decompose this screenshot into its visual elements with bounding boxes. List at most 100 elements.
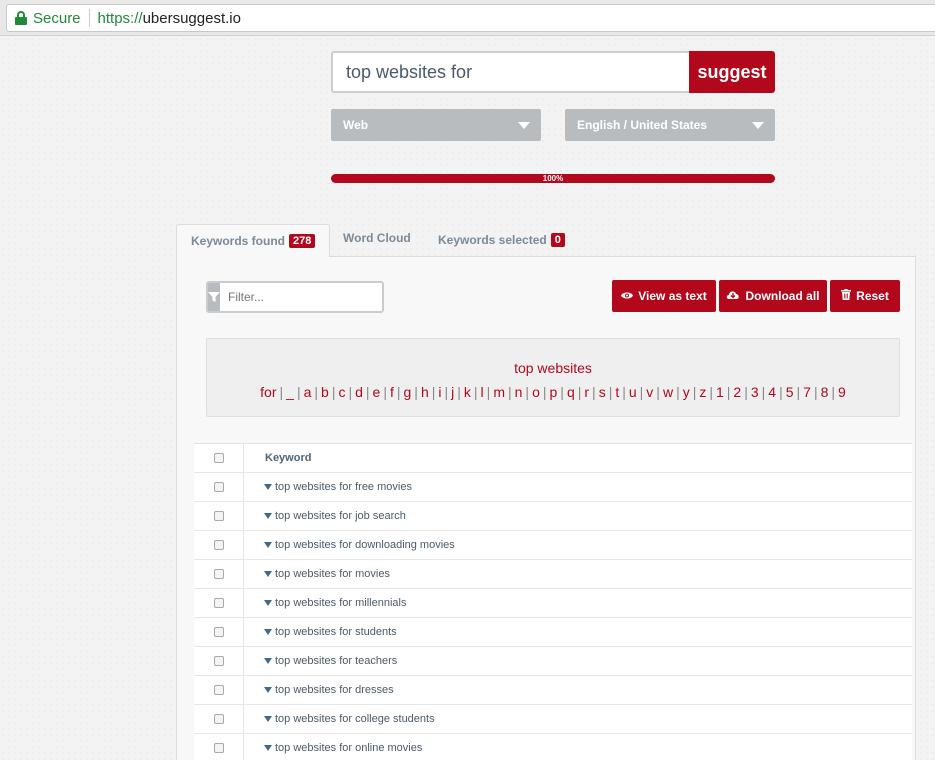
caret-down-icon[interactable] — [264, 658, 272, 664]
keyword-text: top websites for millennials — [275, 597, 407, 609]
caret-down-icon[interactable] — [264, 542, 272, 548]
caret-down-icon[interactable] — [264, 571, 272, 577]
row-checkbox[interactable] — [213, 656, 224, 666]
separator: | — [796, 384, 801, 400]
separator: | — [486, 384, 491, 400]
alphabet-link[interactable]: b — [321, 384, 329, 400]
chevron-down-icon — [518, 122, 530, 129]
row-checkbox-cell — [194, 704, 244, 734]
caret-down-icon[interactable] — [264, 745, 272, 751]
alphabet-link[interactable]: 5 — [786, 384, 794, 400]
alphabet-link[interactable]: 8 — [821, 384, 829, 400]
row-checkbox[interactable] — [213, 569, 224, 579]
alphabet-link[interactable]: v — [646, 384, 653, 400]
separator: | — [542, 384, 547, 400]
lock-icon — [15, 11, 27, 25]
alphabet-link[interactable]: f — [390, 384, 394, 400]
alphabet-link[interactable]: u — [629, 384, 637, 400]
tab-word-cloud[interactable]: Word Cloud — [329, 222, 425, 254]
keyword-cell[interactable]: top websites for online movies — [244, 742, 422, 754]
caret-down-icon[interactable] — [264, 687, 272, 693]
alphabet-link[interactable]: z — [699, 384, 706, 400]
select-all-cell — [194, 443, 244, 473]
caret-down-icon[interactable] — [264, 513, 272, 519]
alphabet-link[interactable]: l — [481, 384, 484, 400]
keyword-cell[interactable]: top websites for millennials — [244, 597, 406, 609]
keyword-cell[interactable]: top websites for dresses — [244, 684, 394, 696]
separator: | — [813, 384, 818, 400]
keyword-cell[interactable]: top websites for job search — [244, 510, 406, 522]
language-select[interactable]: English / United States — [565, 109, 775, 141]
separator: | — [431, 384, 436, 400]
row-checkbox[interactable] — [213, 743, 224, 753]
alphabet-link[interactable]: p — [550, 384, 558, 400]
separator: | — [831, 384, 836, 400]
row-checkbox[interactable] — [213, 540, 224, 550]
alphabet-link[interactable]: e — [373, 384, 381, 400]
alphabet-link[interactable]: t — [615, 384, 619, 400]
keyword-cell[interactable]: top websites for college students — [244, 713, 435, 725]
alphabet-link[interactable]: i — [438, 384, 441, 400]
reset-button[interactable]: Reset — [830, 280, 900, 312]
caret-down-icon[interactable] — [264, 484, 272, 490]
trash-icon — [841, 289, 852, 303]
caret-down-icon[interactable] — [264, 716, 272, 722]
caret-down-icon[interactable] — [264, 600, 272, 606]
keyword-cell[interactable]: top websites for teachers — [244, 655, 397, 667]
alphabet-link[interactable]: a — [304, 384, 312, 400]
search-input[interactable] — [331, 51, 689, 93]
caret-down-icon[interactable] — [264, 629, 272, 635]
url-field[interactable]: Secure https:// ubersuggest.io — [6, 4, 935, 32]
separator: | — [331, 384, 336, 400]
alphabet-link[interactable]: 4 — [768, 384, 776, 400]
separator: | — [656, 384, 660, 400]
keyword-cell[interactable]: top websites for free movies — [244, 481, 412, 493]
alphabet-link[interactable]: _ — [286, 384, 294, 400]
separator: | — [365, 384, 370, 400]
alphabet-link[interactable]: y — [683, 384, 690, 400]
select-all-checkbox[interactable] — [213, 453, 224, 463]
row-checkbox[interactable] — [213, 511, 224, 521]
separator: | — [779, 384, 783, 400]
alphabet-link[interactable]: g — [404, 384, 412, 400]
download-all-label: Download all — [745, 289, 820, 303]
alphabet-link[interactable]: 9 — [838, 384, 846, 400]
row-checkbox[interactable] — [213, 598, 224, 608]
alphabet-link[interactable]: 3 — [751, 384, 759, 400]
alphabet-link[interactable]: n — [515, 384, 523, 400]
alphabet-link[interactable]: w — [663, 384, 673, 400]
keyword-text: top websites for downloading movies — [275, 539, 455, 551]
search-bar: suggest — [331, 51, 775, 93]
alphabet-link[interactable]: h — [421, 384, 429, 400]
alphabet-link[interactable]: s — [599, 384, 606, 400]
separator: | — [414, 384, 418, 400]
alphabet-link[interactable]: q — [567, 384, 575, 400]
keyword-cell[interactable]: top websites for movies — [244, 568, 390, 580]
source-select[interactable]: Web — [331, 109, 541, 141]
row-checkbox[interactable] — [213, 714, 224, 724]
alphabet-link[interactable]: m — [493, 384, 505, 400]
source-select-value: Web — [343, 118, 369, 132]
alphabet-link[interactable]: j — [451, 384, 454, 400]
tab-keywords-found[interactable]: Keywords found 278 — [176, 224, 331, 257]
alphabet-link[interactable]: k — [464, 384, 471, 400]
download-all-button[interactable]: Download all — [719, 280, 827, 312]
table-row: top websites for millennials — [194, 588, 912, 618]
keyword-text: top websites for free movies — [275, 481, 412, 493]
row-checkbox[interactable] — [213, 482, 224, 492]
row-checkbox[interactable] — [213, 685, 224, 695]
filter-input[interactable] — [220, 283, 382, 311]
keyword-cell[interactable]: top websites for downloading movies — [244, 539, 455, 551]
alphabet-link[interactable]: o — [532, 384, 540, 400]
tab-keywords-selected[interactable]: Keywords selected 0 — [424, 224, 579, 256]
alphabet-link[interactable]: d — [355, 384, 363, 400]
alphabet-link[interactable]: 1 — [716, 384, 724, 400]
suggest-button[interactable]: suggest — [689, 51, 775, 93]
alphabet-link[interactable]: r — [584, 384, 589, 400]
view-as-text-button[interactable]: View as text — [612, 280, 716, 312]
alphabet-link[interactable]: c — [338, 384, 345, 400]
alphabet-link[interactable]: 7 — [803, 384, 811, 400]
alphabet-link[interactable]: 2 — [733, 384, 741, 400]
row-checkbox[interactable] — [213, 627, 224, 637]
keyword-cell[interactable]: top websites for students — [244, 626, 397, 638]
